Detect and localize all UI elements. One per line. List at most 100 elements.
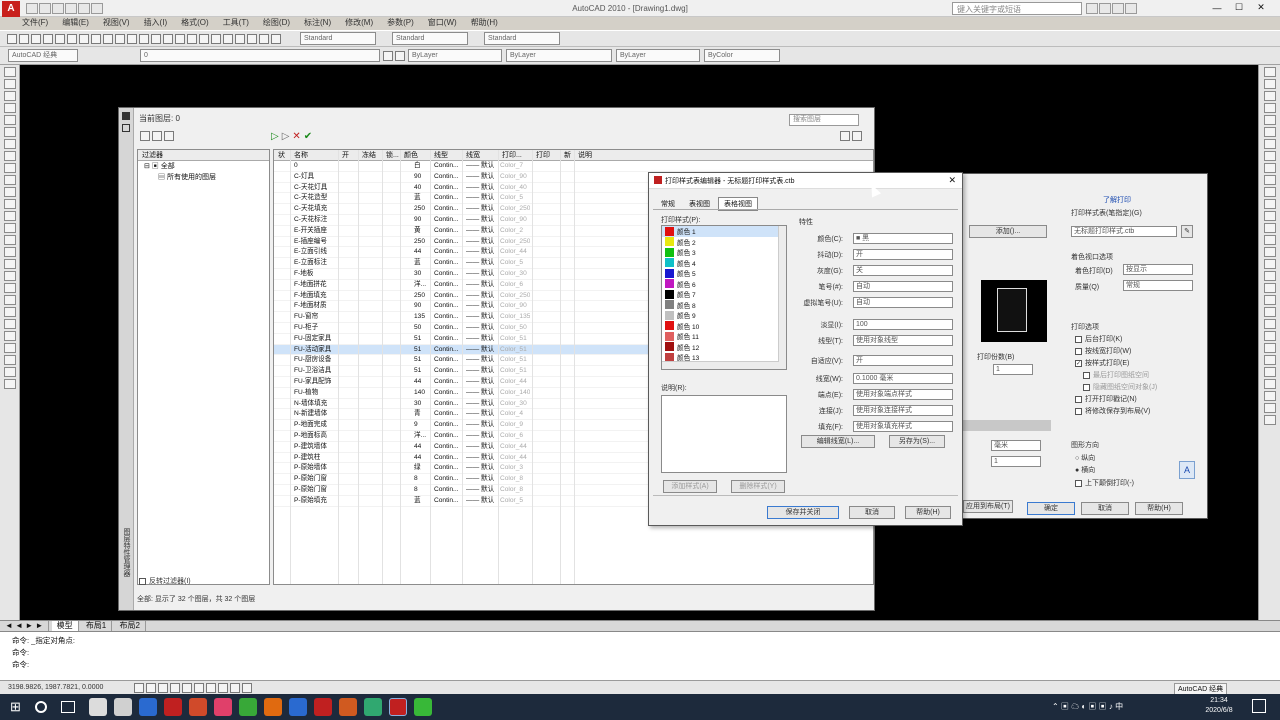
lineweight-value[interactable]: —— 默认 [466,172,494,182]
lineweight-value[interactable]: —— 默认 [466,431,494,441]
layer-states-icon[interactable] [395,50,405,61]
column-divider[interactable] [574,150,575,584]
layer-name[interactable]: P-原始门窗 [294,485,327,495]
zoom-previous-icon[interactable] [187,33,197,44]
linetype-name[interactable]: Contin... [434,442,459,452]
plot-style-item[interactable]: 颜色 2 [662,237,786,248]
menu-item[interactable]: 视图(V) [103,17,130,28]
add-printer-button[interactable]: 添加()... [969,225,1047,238]
modify-tool-icon[interactable] [1263,307,1276,317]
menu-item[interactable]: 工具(T) [223,17,249,28]
save-icon[interactable] [52,3,64,14]
column-divider[interactable] [400,150,401,584]
plot-style-item[interactable]: 颜色 11 [662,331,786,342]
zoom-window-icon[interactable] [175,33,185,44]
plot-style-item[interactable]: 颜色 5 [662,268,786,279]
col-description-header[interactable]: 说明 [578,150,592,161]
plot-option[interactable]: ✓ 按样式打印(E) [1075,358,1205,370]
linetype-name[interactable]: Contin... [434,334,459,344]
menu-item[interactable]: 绘图(D) [263,17,290,28]
design-center-icon[interactable] [211,33,221,44]
lineweight-value[interactable]: —— 默认 [466,269,494,279]
tool-palettes-icon[interactable] [223,33,233,44]
draw-tool-icon[interactable] [3,139,16,149]
layer-name[interactable]: FU-植物 [294,388,318,398]
app-chrome-icon[interactable] [238,698,257,716]
open-icon[interactable] [39,3,51,14]
draw-tool-icon[interactable] [3,343,16,353]
lineweight-value[interactable]: —— 默认 [466,496,494,506]
plot-option[interactable]: 最后打印图纸空间 [1075,370,1205,382]
lineweight-value[interactable]: —— 默认 [466,258,494,268]
linetype-name[interactable]: Contin... [434,280,459,290]
draw-tool-icon[interactable] [3,271,16,281]
modify-tool-icon[interactable] [1263,79,1276,89]
plot-option-checkbox[interactable]: ✓ [1075,359,1082,367]
col-lock-header[interactable]: 锁... [386,150,399,161]
plot-option-checkbox[interactable] [1075,395,1082,403]
property-value[interactable]: 自动 [853,297,953,308]
qp-icon[interactable] [242,682,253,693]
autohide-icon[interactable] [122,124,130,132]
linetype-name[interactable]: Contin... [434,247,459,257]
draw-tool-icon[interactable] [3,163,16,173]
layer-name[interactable]: FU-窗帘 [294,312,318,322]
draw-tool-icon[interactable] [3,211,16,221]
sheet-set-icon[interactable] [235,33,245,44]
search-icon[interactable] [1086,3,1098,14]
undo-icon[interactable] [127,33,137,44]
modify-tool-icon[interactable] [1263,403,1276,413]
lineweight-value[interactable]: —— 默认 [466,355,494,365]
linetype-name[interactable]: Contin... [434,420,459,430]
cancel-button[interactable]: 取消 [1081,502,1129,515]
menu-item[interactable]: 帮助(H) [471,17,498,28]
modify-tool-icon[interactable] [1263,187,1276,197]
close-icon[interactable] [122,112,130,120]
modify-tool-icon[interactable] [1263,247,1276,257]
lineweight-value[interactable]: —— 默认 [466,388,494,398]
draw-tool-icon[interactable] [3,79,16,89]
modify-tool-icon[interactable] [1263,271,1276,281]
linetype-name[interactable]: Contin... [434,323,459,333]
app-document-icon[interactable] [138,698,157,716]
lineweight-value[interactable]: —— 默认 [466,204,494,214]
lineweight-value[interactable]: —— 默认 [466,226,494,236]
modify-tool-icon[interactable] [1263,367,1276,377]
plot-option-checkbox[interactable] [1075,335,1082,343]
clock[interactable]: 21:34 2020/6/8 [1196,696,1242,716]
tab-model[interactable]: 模型 [51,621,79,631]
close-icon[interactable]: ✕ [948,175,956,186]
draw-tool-icon[interactable] [3,115,16,125]
column-divider[interactable] [382,150,383,584]
tab-nav-arrows[interactable]: ◄ ◄ ► ► [0,621,50,631]
lineweight-value[interactable]: —— 默认 [466,409,494,419]
modify-tool-icon[interactable] [1263,91,1276,101]
plot-option-checkbox[interactable] [1083,371,1090,379]
settings-icon[interactable] [852,131,862,141]
lineweight-combo[interactable]: ByLayer [616,49,700,62]
redo-icon[interactable] [78,3,90,14]
cut-icon[interactable] [79,33,89,44]
app-store-icon[interactable] [113,698,132,716]
modify-tool-icon[interactable] [1263,283,1276,293]
pan-icon[interactable] [151,33,161,44]
plot-option-checkbox[interactable] [1075,347,1082,355]
copy-icon[interactable] [91,33,101,44]
draw-tool-icon[interactable] [3,151,16,161]
lineweight-value[interactable]: —— 默认 [466,323,494,333]
layer-name[interactable]: F-地面拼花 [294,280,327,290]
property-value[interactable]: 关 [853,265,953,276]
layer-name[interactable]: E-插座编号 [294,237,327,247]
copies-field[interactable]: 1 [993,364,1033,375]
linetype-name[interactable]: Contin... [434,474,459,484]
horizontal-scrollbar[interactable] [662,361,779,369]
modify-tool-icon[interactable] [1263,259,1276,269]
apply-to-layout-button[interactable]: 应用到布局(T) [963,500,1013,513]
column-divider[interactable] [338,150,339,584]
landscape-radio[interactable]: ● 横向 [1075,465,1095,475]
app-maps-icon[interactable] [363,698,382,716]
col-status-header[interactable]: 状 [278,150,285,161]
draw-tool-icon[interactable] [3,295,16,305]
lineweight-value[interactable]: —— 默认 [466,247,494,257]
modify-tool-icon[interactable] [1263,127,1276,137]
